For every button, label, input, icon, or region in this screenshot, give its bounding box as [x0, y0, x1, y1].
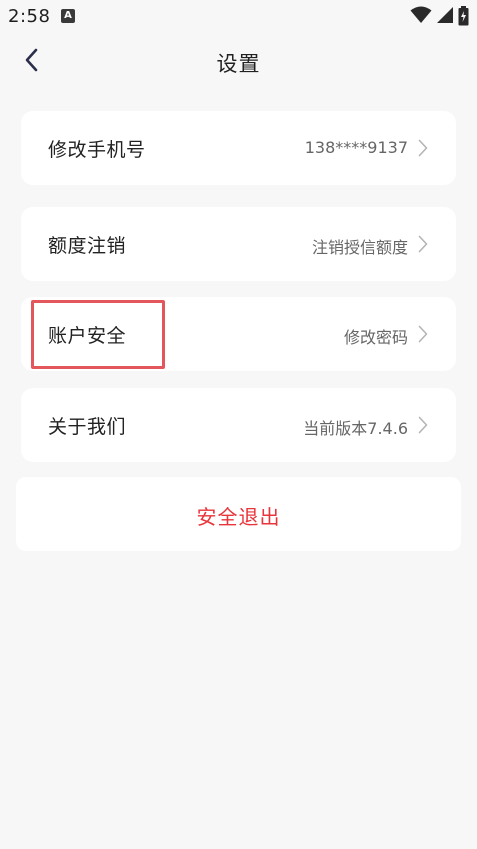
signal-icon: [437, 7, 453, 23]
notification-icon: A: [61, 9, 75, 23]
chevron-right-icon: [418, 416, 428, 434]
chevron-right-icon: [418, 139, 428, 157]
logout-button[interactable]: 安全退出: [16, 477, 461, 551]
settings-item-change-phone[interactable]: 修改手机号 138****9137: [21, 111, 456, 185]
settings-item-label: 额度注销: [48, 235, 127, 257]
chevron-right-icon: [418, 325, 428, 343]
settings-item-value: 注销授信额度: [311, 238, 408, 257]
nav-bar: 设置: [0, 32, 477, 88]
status-time: 2:58: [8, 6, 51, 27]
settings-item-about-us[interactable]: 关于我们 当前版本7.4.6: [21, 388, 456, 462]
settings-item-label: 修改手机号: [48, 139, 146, 161]
chevron-right-icon: [418, 235, 428, 253]
page-title: 设置: [216, 52, 261, 76]
status-bar: 2:58 A: [0, 0, 477, 32]
settings-item-value: 138****9137: [304, 138, 408, 157]
highlight-box: [31, 300, 165, 369]
settings-item-cancel-credit[interactable]: 额度注销 注销授信额度: [21, 207, 456, 281]
settings-item-label: 关于我们: [48, 416, 127, 438]
settings-item-value: 修改密码: [343, 328, 408, 347]
battery-icon: [458, 6, 469, 26]
wifi-icon: [410, 6, 432, 23]
logout-label: 安全退出: [196, 505, 281, 529]
status-icons: [406, 6, 469, 26]
settings-item-value: 当前版本7.4.6: [303, 419, 408, 438]
